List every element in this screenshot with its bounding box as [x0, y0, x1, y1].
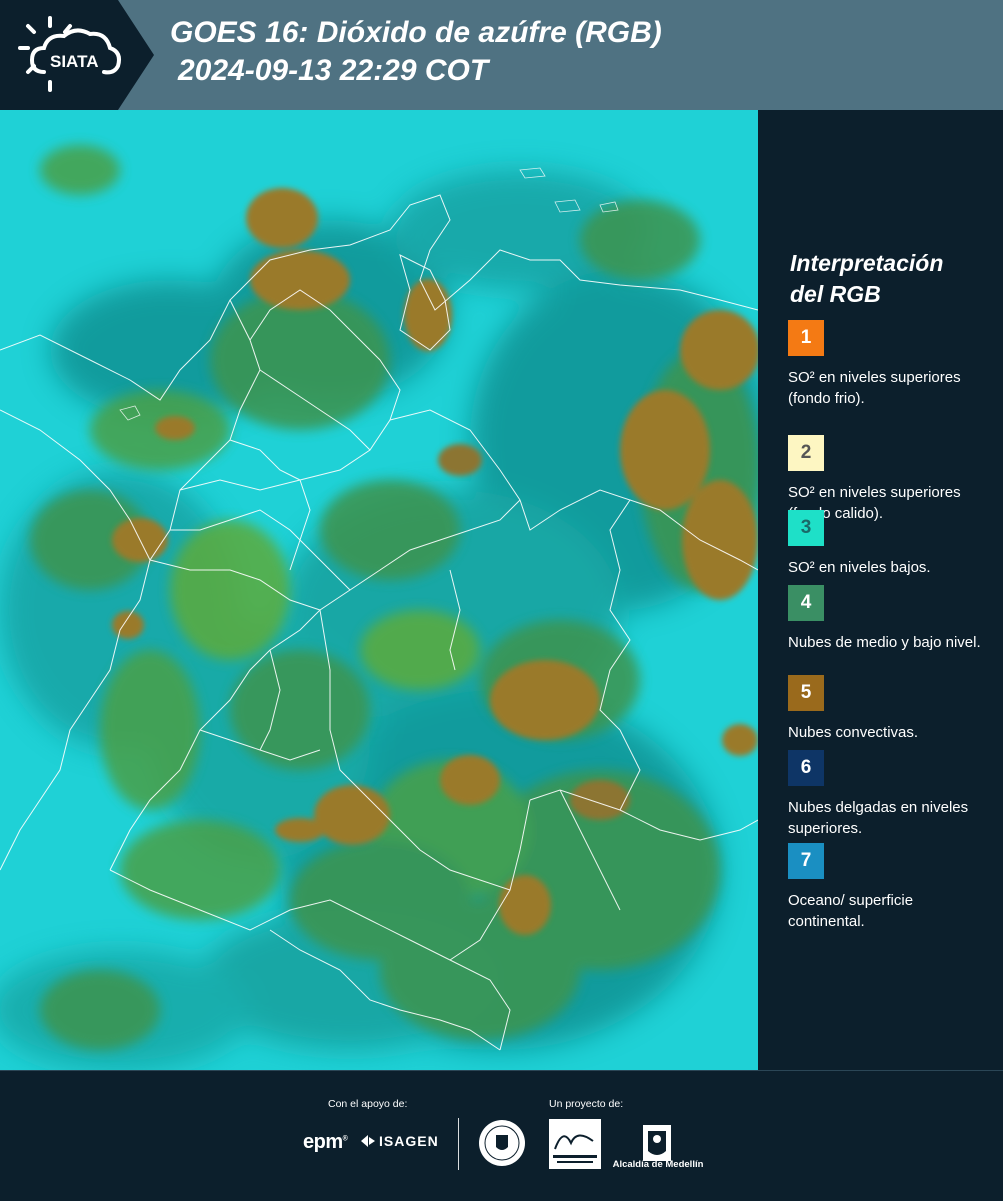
timestamp: 2024-09-13 22:29 COT — [178, 54, 489, 87]
legend-item-6: 6 Nubes delgadas en niveles superiores. — [788, 750, 988, 839]
footer: Con el apoyo de: Un proyecto de: epm® IS… — [0, 1070, 1003, 1201]
project-label: Un proyecto de: — [549, 1098, 624, 1110]
footer-divider — [458, 1118, 459, 1170]
legend-title-line2: del RGB — [790, 281, 881, 307]
legend-title: Interpretación del RGB — [790, 248, 943, 310]
satellite-map[interactable] — [0, 110, 758, 1070]
alcaldia-label: Alcaldía de Medellín — [612, 1159, 704, 1170]
legend-swatch: 1 — [788, 320, 824, 356]
legend-title-line1: Interpretación — [790, 250, 944, 276]
legend-label: SO² en niveles bajos. — [788, 559, 931, 576]
legend-label: Nubes convectivas. — [788, 724, 919, 741]
legend-item-7: 7 Oceano/ superficie continental. — [788, 843, 988, 932]
legend-item-4: 4 Nubes de medio y bajo nivel. — [788, 585, 988, 653]
legend-swatch: 2 — [788, 435, 824, 471]
legend-swatch: 3 — [788, 510, 824, 546]
epm-logo: epm® — [303, 1131, 348, 1154]
header: SIATA GOES 16: Dióxido de azúfre (RGB) 2… — [0, 0, 1003, 110]
legend-item-1: 1 SO² en niveles superiores (fondo frio). — [788, 320, 988, 409]
legend-label: Nubes de medio y bajo nivel. — [788, 634, 981, 651]
medellin-seal-icon — [479, 1120, 525, 1166]
legend-swatch: 4 — [788, 585, 824, 621]
map-canvas — [0, 110, 758, 1070]
epm-text: epm — [303, 1131, 343, 1153]
siata-logo: SIATA — [18, 16, 121, 92]
legend-swatch: 6 — [788, 750, 824, 786]
legend-label: Oceano/ superficie continental. — [788, 892, 914, 930]
isagen-logo: ISAGEN — [360, 1133, 439, 1149]
legend-item-5: 5 Nubes convectivas. — [788, 675, 988, 743]
title-block: GOES 16: Dióxido de azúfre (RGB) 2024-09… — [170, 14, 662, 90]
isagen-text: ISAGEN — [379, 1133, 439, 1149]
page-title: GOES 16: Dióxido de azúfre (RGB) — [170, 16, 662, 49]
area-metropolitana-logo — [549, 1119, 601, 1169]
legend-swatch: 5 — [788, 675, 824, 711]
legend-panel: Interpretación del RGB 1 SO² en niveles s… — [760, 110, 1003, 1070]
legend-item-3: 3 SO² en niveles bajos. — [788, 510, 988, 578]
legend-label: Nubes delgadas en niveles superiores. — [788, 799, 969, 837]
isagen-icon — [361, 1135, 375, 1147]
epm-registered-mark: ® — [342, 1135, 348, 1143]
support-label: Con el apoyo de: — [328, 1098, 408, 1110]
legend-label: SO² en niveles superiores (fondo frio). — [788, 369, 961, 407]
legend-swatch: 7 — [788, 843, 824, 879]
logo-text: SIATA — [50, 52, 98, 71]
